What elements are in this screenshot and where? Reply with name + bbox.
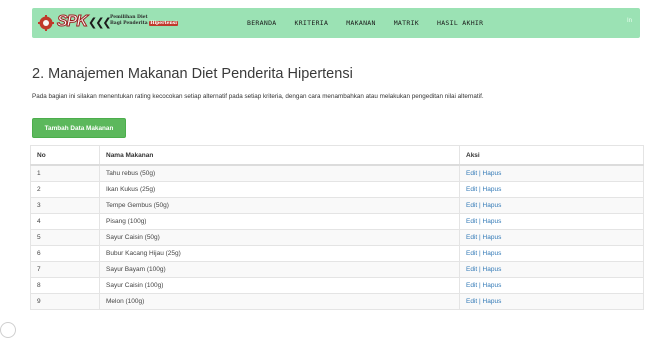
- row-number: 3: [30, 197, 100, 214]
- table-row: 1 Tahu rebus (50g) Edit | Hapus: [30, 164, 644, 182]
- action-separator: |: [479, 170, 481, 177]
- row-food-name: Sayur Bayam (100g): [99, 261, 460, 278]
- row-number: 5: [30, 229, 100, 246]
- chevrons-icon: ❮❮❮: [88, 17, 112, 29]
- logo-subtitle-line2: Bagi Penderita: [110, 21, 148, 26]
- delete-link[interactable]: Hapus: [483, 218, 502, 225]
- row-actions: Edit | Hapus: [459, 181, 644, 198]
- table-header-row: No Nama Makanan Aksi: [30, 145, 644, 166]
- row-number: 1: [30, 164, 100, 182]
- row-number: 9: [30, 293, 100, 310]
- delete-link[interactable]: Hapus: [483, 266, 502, 273]
- nav-beranda[interactable]: BERANDA: [247, 19, 277, 27]
- delete-link[interactable]: Hapus: [483, 234, 502, 241]
- action-separator: |: [479, 218, 481, 225]
- delete-link[interactable]: Hapus: [483, 170, 502, 177]
- delete-link[interactable]: Hapus: [483, 250, 502, 257]
- edit-link[interactable]: Edit: [466, 266, 477, 273]
- row-actions: Edit | Hapus: [459, 197, 644, 214]
- row-actions: Edit | Hapus: [459, 245, 644, 262]
- row-actions: Edit | Hapus: [459, 164, 644, 182]
- table-row: 2 Ikan Kukus (25g) Edit | Hapus: [30, 181, 644, 198]
- nav-menu: BERANDA KRITERIA MAKANAN MATRIK HASIL AK…: [247, 8, 483, 38]
- row-food-name: Ikan Kukus (25g): [99, 181, 460, 198]
- header-no: No: [30, 145, 100, 166]
- table-row: 8 Sayur Caisin (100g) Edit | Hapus: [30, 277, 644, 294]
- row-number: 2: [30, 181, 100, 198]
- delete-link[interactable]: Hapus: [483, 186, 502, 193]
- row-actions: Edit | Hapus: [459, 293, 644, 310]
- row-food-name: Sayur Caisin (100g): [99, 277, 460, 294]
- delete-link[interactable]: Hapus: [483, 202, 502, 209]
- edit-link[interactable]: Edit: [466, 234, 477, 241]
- logo-text: SPK: [57, 13, 89, 31]
- table-row: 9 Melon (100g) Edit | Hapus: [30, 293, 644, 310]
- nav-makanan[interactable]: MAKANAN: [346, 19, 376, 27]
- row-number: 8: [30, 277, 100, 294]
- header-aksi: Aksi: [459, 145, 644, 166]
- action-separator: |: [479, 234, 481, 241]
- action-separator: |: [479, 186, 481, 193]
- edit-link[interactable]: Edit: [466, 186, 477, 193]
- table-row: 7 Sayur Bayam (100g) Edit | Hapus: [30, 261, 644, 278]
- edit-link[interactable]: Edit: [466, 202, 477, 209]
- row-food-name: Tahu rebus (50g): [99, 164, 460, 182]
- table-row: 5 Sayur Caisin (50g) Edit | Hapus: [30, 229, 644, 246]
- delete-link[interactable]: Hapus: [483, 298, 502, 305]
- page-title: 2. Manajemen Makanan Diet Penderita Hipe…: [32, 66, 353, 82]
- action-separator: |: [479, 266, 481, 273]
- header-nama-makanan: Nama Makanan: [99, 145, 460, 166]
- app-logo[interactable]: SPK ❮❮❮ Pemilihan Diet Bagi Penderita Hi…: [38, 13, 200, 34]
- gear-icon: [38, 15, 54, 31]
- edit-link[interactable]: Edit: [466, 250, 477, 257]
- action-separator: |: [479, 202, 481, 209]
- table-row: 4 Pisang (100g) Edit | Hapus: [30, 213, 644, 230]
- corner-widget: [0, 322, 16, 338]
- row-number: 6: [30, 245, 100, 262]
- table-row: 3 Tempe Gembus (50g) Edit | Hapus: [30, 197, 644, 214]
- row-food-name: Melon (100g): [99, 293, 460, 310]
- delete-link[interactable]: Hapus: [483, 282, 502, 289]
- edit-link[interactable]: Edit: [466, 282, 477, 289]
- edit-link[interactable]: Edit: [466, 298, 477, 305]
- logo-subtitle-highlight: Hipertensi: [149, 21, 179, 26]
- row-food-name: Pisang (100g): [99, 213, 460, 230]
- nav-matrik[interactable]: MATRIK: [394, 19, 419, 27]
- row-number: 7: [30, 261, 100, 278]
- row-food-name: Sayur Caisin (50g): [99, 229, 460, 246]
- row-actions: Edit | Hapus: [459, 261, 644, 278]
- nav-right-link[interactable]: In: [627, 18, 632, 24]
- food-table: No Nama Makanan Aksi 1 Tahu rebus (50g) Ed…: [30, 145, 644, 310]
- top-navbar: SPK ❮❮❮ Pemilihan Diet Bagi Penderita Hi…: [32, 8, 640, 38]
- row-number: 4: [30, 213, 100, 230]
- edit-link[interactable]: Edit: [466, 218, 477, 225]
- logo-subtitle: Pemilihan Diet Bagi Penderita Hipertensi: [110, 15, 200, 27]
- row-actions: Edit | Hapus: [459, 229, 644, 246]
- action-separator: |: [479, 298, 481, 305]
- row-food-name: Bubur Kacang Hijau (25g): [99, 245, 460, 262]
- action-separator: |: [479, 282, 481, 289]
- table-row: 6 Bubur Kacang Hijau (25g) Edit | Hapus: [30, 245, 644, 262]
- row-actions: Edit | Hapus: [459, 213, 644, 230]
- edit-link[interactable]: Edit: [466, 170, 477, 177]
- page-description: Pada bagian ini silakan menentukan ratin…: [32, 93, 484, 100]
- nav-hasil-akhir[interactable]: HASIL AKHIR: [437, 19, 483, 27]
- row-food-name: Tempe Gembus (50g): [99, 197, 460, 214]
- add-food-button[interactable]: Tambah Data Makanan: [32, 118, 126, 138]
- row-actions: Edit | Hapus: [459, 277, 644, 294]
- nav-kriteria[interactable]: KRITERIA: [295, 19, 329, 27]
- action-separator: |: [479, 250, 481, 257]
